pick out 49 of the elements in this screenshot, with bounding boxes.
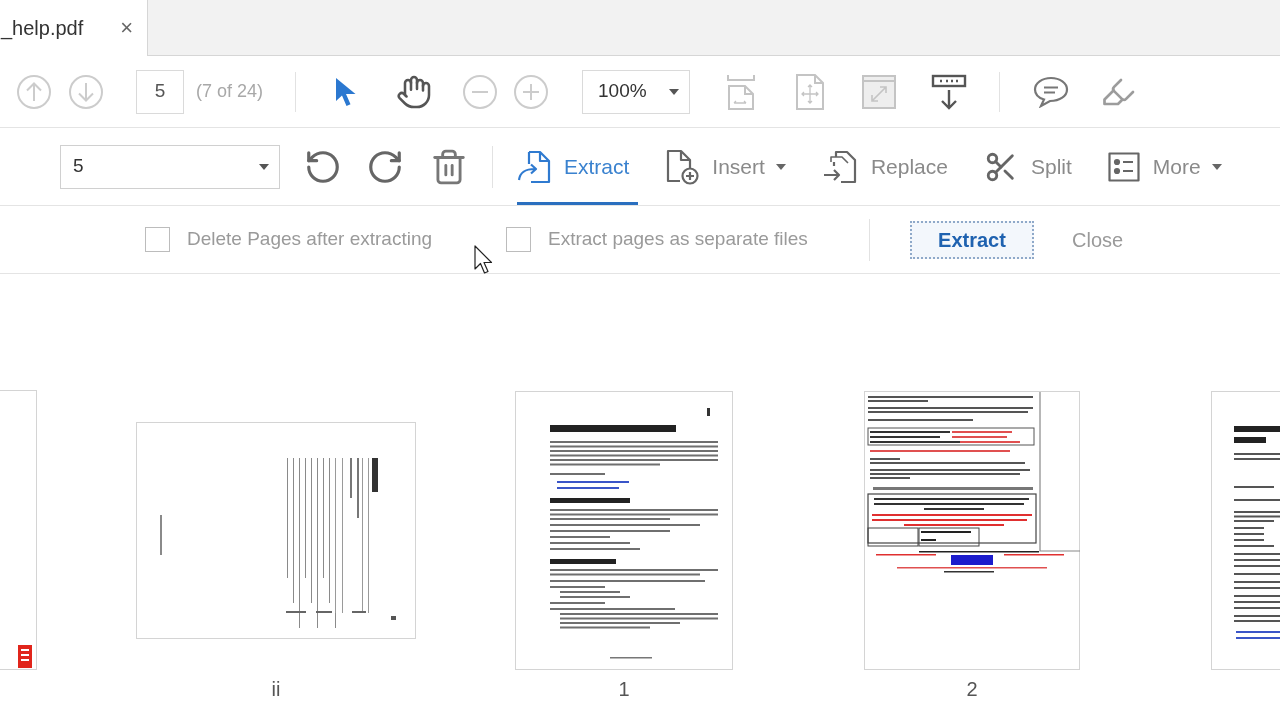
arrow-pointer-icon <box>335 76 357 107</box>
arrow-down-circle-icon <box>69 74 103 109</box>
page-label: 1 <box>618 677 630 702</box>
organize-tab[interactable]: Split <box>983 128 1081 205</box>
document-tab[interactable]: _help.pdf × <box>0 0 148 56</box>
checkbox-label: Delete Pages after extracting <box>187 227 433 252</box>
page-thumbnail-drawing[interactable] <box>864 390 1080 670</box>
page-plus-icon <box>665 148 700 185</box>
checkbox[interactable] <box>506 227 531 252</box>
page-range-dropdown[interactable]: 5 <box>60 144 280 189</box>
page-label: 2 <box>966 677 978 702</box>
scroll-down-icon <box>931 73 967 110</box>
plus-circle-icon <box>514 74 548 109</box>
organize-tab[interactable]: Extract <box>517 128 639 205</box>
pages-arrow-icon <box>821 149 858 184</box>
fit-page-icon <box>795 73 825 110</box>
close-button[interactable]: Close <box>1072 220 1124 259</box>
extract-button[interactable]: Extract <box>910 220 1034 259</box>
fit-width-icon <box>726 73 756 110</box>
speech-bubble-icon <box>1033 75 1069 108</box>
page-arrow-icon <box>517 149 551 184</box>
full-screen-icon <box>862 74 896 109</box>
scroll-button[interactable] <box>931 73 967 110</box>
page-thumbnail-drawing[interactable] <box>136 421 416 639</box>
zoom-dropdown[interactable]: 100% <box>582 69 690 114</box>
logo-icon <box>18 645 32 668</box>
hand-icon <box>396 73 432 110</box>
hand-tool-button[interactable] <box>396 73 432 110</box>
checkbox[interactable] <box>145 227 170 252</box>
organize-tab[interactable]: Replace <box>821 128 957 205</box>
list-box-icon <box>1107 151 1140 182</box>
minus-circle-icon <box>463 74 497 109</box>
page-position-text: (7 of 24) <box>196 80 264 103</box>
page-thumbnail-drawing[interactable] <box>515 390 733 670</box>
delete-button[interactable] <box>430 147 468 186</box>
select-tool-button[interactable] <box>335 76 357 107</box>
tab-title: _help.pdf <box>1 16 84 42</box>
mouse-cursor-icon <box>474 245 493 275</box>
checkbox-label: Extract pages as separate files <box>548 227 808 252</box>
page-number-field[interactable]: 5 <box>136 69 184 114</box>
close-tab-button[interactable]: × <box>120 17 133 39</box>
caret-icon <box>669 88 679 95</box>
arrow-up-circle-icon <box>17 74 51 109</box>
organize-tab[interactable]: Insert <box>665 128 795 205</box>
trash-icon <box>430 147 468 186</box>
comment-button[interactable] <box>1033 75 1069 108</box>
organize-tab[interactable]: More <box>1107 128 1231 205</box>
caret-icon <box>259 163 269 170</box>
page-label: ii <box>271 677 281 702</box>
